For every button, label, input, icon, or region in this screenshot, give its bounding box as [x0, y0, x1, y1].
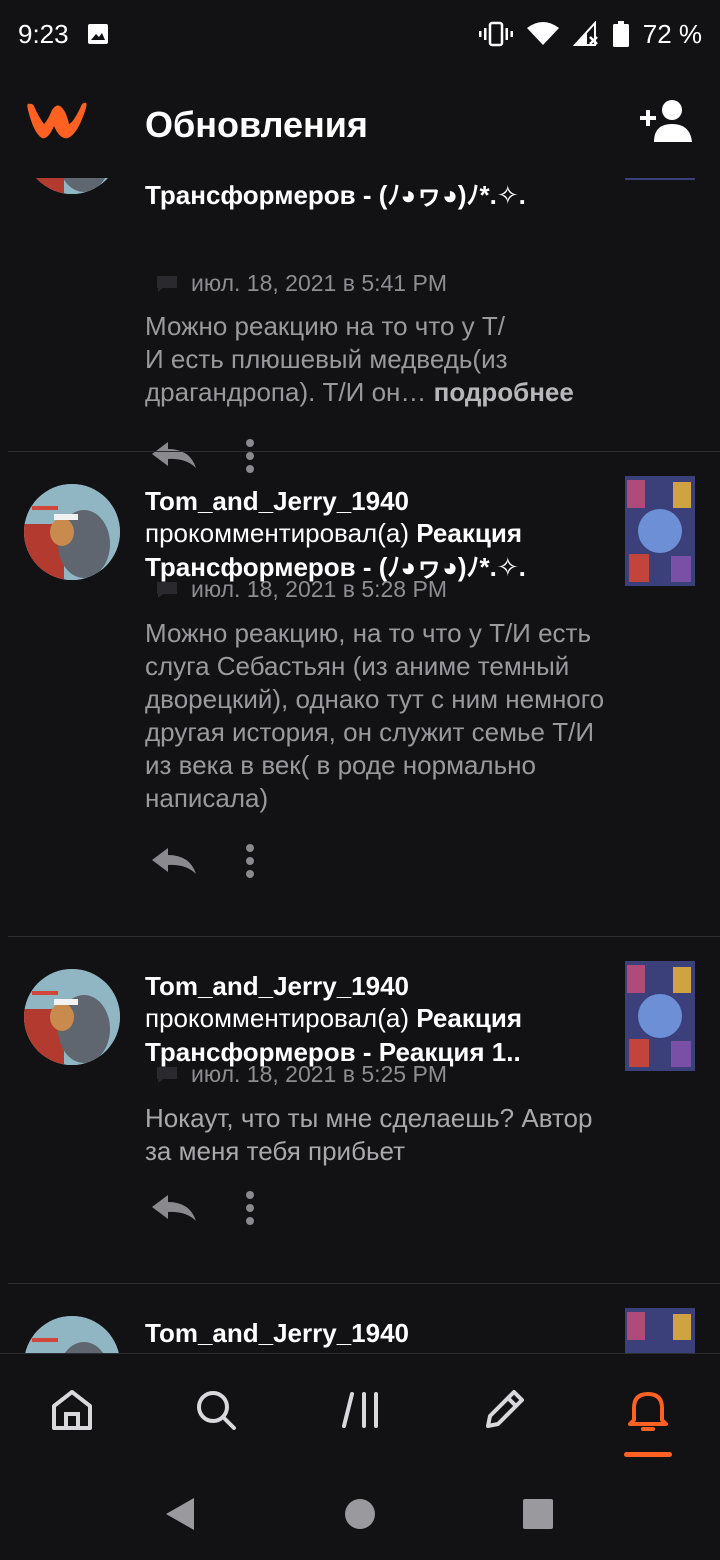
- update-item[interactable]: Tom_and_Jerry_1940 прокомментировал(а) Р…: [0, 937, 720, 1283]
- user-avatar[interactable]: [24, 969, 120, 1065]
- wattpad-logo-icon[interactable]: [24, 96, 90, 144]
- comment-body: Можно реакцию, на то что у Т/И есть слуг…: [145, 618, 605, 813]
- user-avatar[interactable]: [24, 1316, 120, 1353]
- more-options-icon[interactable]: [240, 1190, 260, 1226]
- action-text: прокомментировал(а): [145, 1003, 409, 1033]
- status-icons: 72 %: [478, 18, 702, 50]
- app-bar: Обновления: [0, 68, 720, 178]
- update-headline: Трансформеров - (ﾉ◕ヮ◕)ﾉ*.✧.: [145, 178, 615, 212]
- timestamp: июл. 18, 2021 в 5:41 PM: [191, 270, 447, 296]
- cover-art-image: [625, 961, 695, 1071]
- write-icon[interactable]: [480, 1386, 528, 1434]
- home-circle-icon[interactable]: [340, 1494, 380, 1534]
- active-tab-indicator: [624, 1452, 672, 1457]
- read-more-link[interactable]: подробнее: [434, 377, 574, 407]
- wifi-icon: [526, 22, 559, 45]
- search-icon[interactable]: [192, 1386, 240, 1434]
- add-user-icon[interactable]: [640, 98, 696, 146]
- username[interactable]: Tom_and_Jerry_1940: [145, 1318, 409, 1349]
- comment-text: Можно реакцию на то что у Т/ И есть плюш…: [145, 310, 615, 409]
- tom-jerry-avatar-image: [24, 484, 120, 580]
- back-icon[interactable]: [160, 1494, 200, 1534]
- home-icon[interactable]: [48, 1386, 96, 1434]
- update-headline: прокомментировал(а) Реакция Трансформеро…: [145, 1001, 615, 1069]
- tom-jerry-avatar-image: [24, 969, 120, 1065]
- battery-icon: [612, 21, 629, 47]
- page-title: Обновления: [145, 104, 368, 145]
- action-text: прокомментировал(а): [145, 518, 409, 548]
- cover-art-image: [625, 178, 695, 180]
- user-avatar[interactable]: [24, 178, 120, 194]
- story-cover-thumbnail[interactable]: [625, 476, 695, 586]
- comment-bubble-icon: [157, 275, 177, 292]
- update-meta: июл. 18, 2021 в 5:25 PM: [155, 1061, 447, 1088]
- story-cover-thumbnail[interactable]: [625, 1308, 695, 1353]
- update-item[interactable]: Tom_and_Jerry_1940 прокомментировал(а) Р…: [0, 452, 720, 936]
- timestamp: июл. 18, 2021 в 5:28 PM: [191, 576, 447, 602]
- username[interactable]: Tom_and_Jerry_1940: [145, 971, 409, 1002]
- reply-icon[interactable]: [150, 846, 198, 878]
- bell-icon[interactable]: [624, 1386, 672, 1434]
- comment-body: Нокаут, что ты мне сделаешь? Автор за ме…: [145, 1103, 593, 1166]
- system-navigation-bar: [0, 1468, 720, 1560]
- username[interactable]: Tom_and_Jerry_1940: [145, 486, 409, 517]
- updates-feed[interactable]: Трансформеров - (ﾉ◕ヮ◕)ﾉ*.✧. июл. 18, 202…: [0, 178, 720, 1353]
- reply-icon[interactable]: [150, 1193, 198, 1225]
- image-notification-icon: [87, 24, 108, 44]
- update-meta: июл. 18, 2021 в 5:41 PM: [155, 270, 447, 297]
- update-item[interactable]: Tom_and_Jerry_1940: [0, 1284, 720, 1353]
- story-title[interactable]: Трансформеров - (ﾉ◕ヮ◕)ﾉ*.✧.: [145, 180, 526, 210]
- more-options-icon[interactable]: [240, 843, 260, 879]
- cover-art-image: [625, 476, 695, 586]
- status-bar: 9:23 72 %: [0, 0, 720, 68]
- user-avatar[interactable]: [24, 484, 120, 580]
- battery-percentage: 72 %: [642, 18, 702, 49]
- tom-jerry-avatar-image: [24, 1316, 120, 1353]
- status-time: 9:23: [18, 18, 69, 49]
- story-cover-thumbnail[interactable]: [625, 961, 695, 1071]
- update-meta: июл. 18, 2021 в 5:28 PM: [155, 576, 447, 603]
- cover-art-image: [625, 1308, 695, 1353]
- update-headline: прокомментировал(а) Реакция Трансформеро…: [145, 516, 615, 584]
- timestamp: июл. 18, 2021 в 5:25 PM: [191, 1061, 447, 1087]
- vibrate-icon: [478, 21, 513, 47]
- story-cover-thumbnail[interactable]: [625, 178, 695, 180]
- cellular-icon: [572, 21, 598, 46]
- tom-jerry-avatar-image: [24, 178, 120, 194]
- comment-bubble-icon: [157, 1066, 177, 1083]
- comment-bubble-icon: [157, 581, 177, 598]
- bottom-navigation: [0, 1353, 720, 1468]
- update-item[interactable]: Трансформеров - (ﾉ◕ヮ◕)ﾉ*.✧. июл. 18, 202…: [0, 178, 720, 473]
- library-icon[interactable]: [338, 1386, 386, 1434]
- recents-icon[interactable]: [518, 1494, 558, 1534]
